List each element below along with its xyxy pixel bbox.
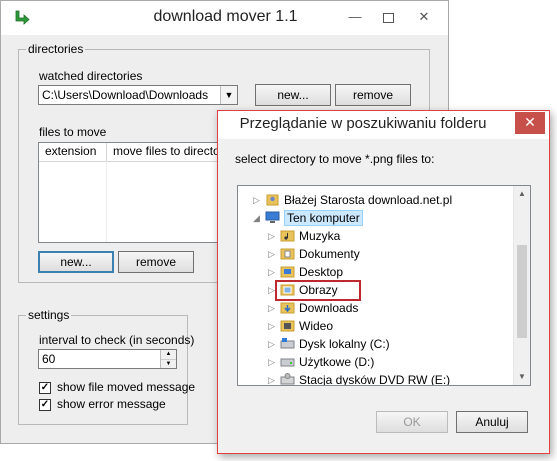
watched-directories-value: C:\Users\Download\Downloads [42, 88, 209, 102]
collapse-arrow-icon[interactable]: ▷ [268, 317, 275, 335]
highlight-box [275, 280, 361, 301]
show-moved-label: show file moved message [57, 380, 196, 394]
collapse-arrow-icon[interactable]: ▷ [268, 263, 275, 281]
collapse-arrow-icon[interactable]: ▷ [253, 191, 260, 209]
settings-group: settings interval to check (in seconds) … [18, 308, 195, 425]
close-icon: ✕ [418, 9, 430, 24]
tree-item[interactable]: ▷ Użytkowe (D:) [238, 353, 515, 371]
tree-item[interactable]: ▷ Dokumenty [238, 245, 515, 263]
scroll-down-icon[interactable]: ▼ [514, 369, 530, 385]
watched-new-button[interactable]: new... [255, 84, 331, 106]
spinner-down-icon[interactable]: ▼ [161, 359, 176, 368]
music-folder-icon [280, 230, 295, 242]
interval-value: 60 [42, 352, 56, 366]
scroll-thumb[interactable] [517, 245, 527, 338]
dialog-titlebar: Przeglądanie w poszukiwaniu folderu ✕ [218, 111, 549, 139]
tree-item-label: Dokumenty [299, 247, 360, 261]
tree-item-label: Muzyka [299, 229, 341, 243]
drive-icon [280, 358, 295, 367]
tree-item-label: Desktop [299, 265, 344, 279]
tree-item-label: Wideo [299, 319, 334, 333]
collapse-arrow-icon[interactable]: ▷ [268, 281, 275, 299]
collapse-arrow-icon[interactable]: ▷ [268, 227, 275, 245]
folder-tree[interactable]: ▲ ▼ ▷ Błażej Starosta download.net.pl ◢ Ten… [237, 185, 531, 386]
collapse-arrow-icon[interactable]: ▷ [268, 371, 275, 385]
tree-item-label: Ten komputer [284, 210, 363, 226]
spinner-up-icon[interactable]: ▲ [161, 350, 176, 359]
tree-item[interactable]: ▷ Desktop [238, 263, 515, 281]
dialog-description: select directory to move *.png files to: [235, 152, 435, 166]
tree-item-label: Stacja dysków DVD RW (E:) [299, 373, 451, 386]
show-error-checkbox[interactable]: ✓ [39, 399, 51, 411]
tree-item[interactable]: ▷ Dysk lokalny (C:) [238, 335, 515, 353]
dialog-title: Przeglądanie w poszukiwaniu folderu [239, 115, 487, 132]
browse-folder-dialog: Przeglądanie w poszukiwaniu folderu ✕ se… [217, 110, 550, 454]
spinner-buttons: ▲ ▼ [160, 350, 176, 368]
tree-item[interactable]: ▷ Błażej Starosta download.net.pl [238, 191, 515, 209]
close-icon: ✕ [524, 114, 536, 130]
main-titlebar: download mover 1.1 — ✕ [1, 1, 448, 35]
minimize-button[interactable]: — [342, 7, 368, 27]
show-error-label: show error message [57, 397, 166, 411]
tree-item[interactable]: ◢ Ten komputer [238, 209, 515, 227]
close-button[interactable]: ✕ [411, 7, 437, 27]
maximize-icon [382, 12, 394, 23]
files-to-move-label: files to move [39, 125, 107, 139]
tree-item[interactable]: ▷ Muzyka [238, 227, 515, 245]
tree-item[interactable]: ▷ Downloads [238, 299, 515, 317]
collapse-arrow-icon[interactable]: ▷ [268, 299, 275, 317]
scroll-up-icon[interactable]: ▲ [514, 186, 530, 202]
column-divider [106, 161, 107, 242]
dialog-close-button[interactable]: ✕ [515, 112, 545, 134]
files-new-button[interactable]: new... [38, 251, 114, 273]
dvd-drive-icon [280, 373, 295, 385]
downloads-folder-icon [280, 302, 295, 314]
desktop-folder-icon [280, 266, 295, 278]
expand-arrow-icon[interactable]: ◢ [253, 209, 260, 227]
show-moved-checkbox[interactable]: ✓ [39, 382, 51, 394]
tree-item-label: Dysk lokalny (C:) [299, 337, 390, 351]
tree-scrollbar[interactable]: ▲ ▼ [513, 186, 530, 385]
tree-item[interactable]: ▷ Wideo [238, 317, 515, 335]
interval-label: interval to check (in seconds) [39, 333, 195, 347]
documents-folder-icon [280, 248, 295, 260]
video-folder-icon [280, 320, 295, 332]
directories-legend: directories [26, 42, 86, 56]
collapse-arrow-icon[interactable]: ▷ [268, 245, 275, 263]
collapse-arrow-icon[interactable]: ▷ [268, 335, 275, 353]
watched-remove-button[interactable]: remove [335, 84, 411, 106]
computer-icon [265, 211, 280, 223]
maximize-button[interactable] [375, 7, 401, 27]
tree-item[interactable]: ▷ Stacja dysków DVD RW (E:) [238, 371, 515, 386]
local-disk-icon [280, 338, 295, 349]
tree-item-label: Downloads [299, 301, 359, 315]
files-remove-button[interactable]: remove [118, 251, 194, 273]
tree-item-label: Użytkowe (D:) [299, 355, 375, 369]
interval-spinner[interactable]: 60 ▲ ▼ [38, 349, 177, 369]
column-header-extension[interactable]: extension [39, 143, 107, 161]
user-folder-icon [266, 194, 279, 206]
collapse-arrow-icon[interactable]: ▷ [268, 353, 275, 371]
watched-directories-dropdown[interactable]: C:\Users\Download\Downloads ▼ [38, 85, 238, 105]
settings-legend: settings [26, 308, 72, 322]
watched-directories-label: watched directories [39, 69, 143, 83]
chevron-down-icon[interactable]: ▼ [220, 86, 237, 104]
tree-item-label: Błażej Starosta download.net.pl [284, 193, 453, 207]
ok-button[interactable]: OK [376, 411, 448, 433]
cancel-button[interactable]: Anuluj [456, 411, 528, 433]
